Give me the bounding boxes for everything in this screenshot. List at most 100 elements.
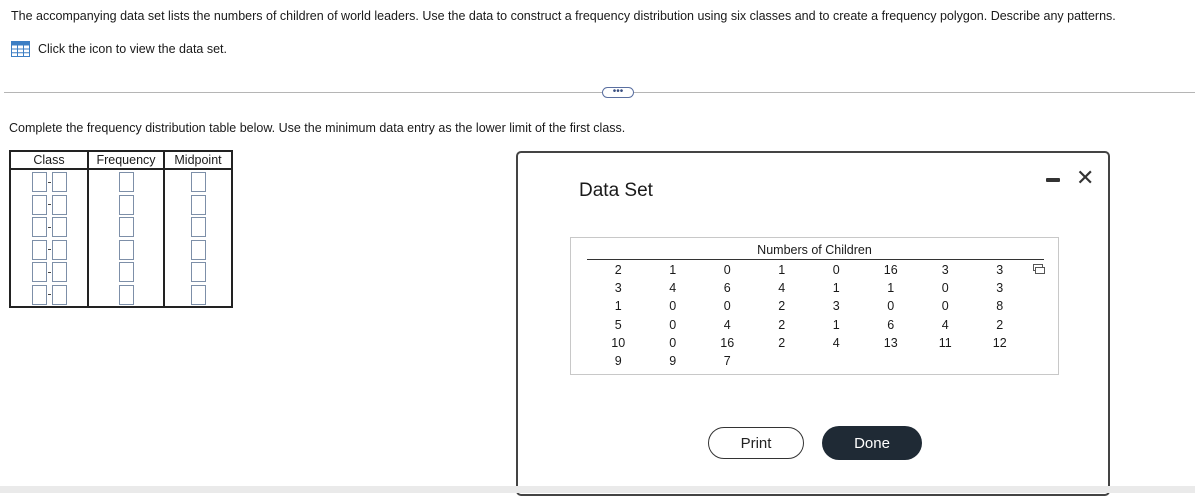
data-cell: 3: [614, 281, 622, 296]
frequency-input[interactable]: [118, 194, 134, 215]
data-cell: 1: [669, 263, 677, 278]
frequency-input[interactable]: [118, 239, 134, 260]
class-upper-limit-input[interactable]: [51, 172, 67, 193]
class-dash: [47, 226, 51, 228]
class-dash: [47, 249, 51, 251]
data-cell: 4: [723, 317, 731, 332]
class-header: Class: [9, 150, 89, 170]
minimize-icon[interactable]: [1046, 178, 1060, 182]
data-cell: 0: [723, 299, 731, 314]
dialog-title: Data Set: [579, 180, 653, 201]
frequency-header: Frequency: [87, 150, 165, 170]
data-cell: 16: [883, 263, 898, 278]
done-button[interactable]: Done: [822, 426, 922, 460]
class-lower-limit-input[interactable]: [31, 217, 47, 238]
class-dash: [47, 271, 51, 273]
frequency-input[interactable]: [118, 217, 134, 238]
copy-to-clipboard-icon[interactable]: [1033, 264, 1045, 274]
frequency-input-row: [118, 194, 134, 217]
data-cell: 4: [832, 335, 840, 350]
data-cell: 9: [614, 354, 622, 369]
print-button[interactable]: Print: [708, 427, 804, 459]
frequency-table: Class Frequency Midpoint: [9, 150, 233, 308]
class-lower-limit-input[interactable]: [31, 262, 47, 283]
midpoint-input[interactable]: [190, 194, 206, 215]
data-cell: 0: [941, 299, 949, 314]
data-cell: 1: [832, 317, 840, 332]
data-grid: 2 1 0 1 0 16 3 3 3 4 6 4 1 1 0 3 1 0 0 2 3 0 0 8 5 0 4 2 1 6 4 2 10 0 16 2 4…: [591, 261, 1027, 370]
class-upper-limit-input[interactable]: [51, 194, 67, 215]
data-cell: 3: [941, 263, 949, 278]
data-cell: 6: [887, 317, 895, 332]
midpoint-input-row: [190, 239, 206, 262]
data-cell: 4: [669, 281, 677, 296]
data-cell: 1: [614, 299, 622, 314]
frequency-input[interactable]: [118, 262, 134, 283]
bottom-bar: [0, 486, 1195, 493]
midpoint-input-row: [190, 261, 206, 284]
frequency-input-row: [118, 239, 134, 262]
data-cell: 5: [614, 317, 622, 332]
data-cell: 0: [832, 263, 840, 278]
header-rule: [587, 259, 1044, 260]
midpoint-input-row: [190, 284, 206, 307]
class-lower-limit-input[interactable]: [31, 284, 47, 305]
midpoint-input[interactable]: [190, 172, 206, 193]
data-cell: 4: [941, 317, 949, 332]
data-cell: 0: [669, 335, 677, 350]
data-cell: 0: [887, 299, 895, 314]
data-set-table: Numbers of Children 2 1 0 1 0 16 3 3 3 4 6 4 1 1 0 3 1 0 0…: [570, 237, 1059, 375]
class-column: [9, 168, 89, 308]
class-row: [31, 261, 67, 284]
table-grid-icon[interactable]: [11, 41, 30, 57]
data-cell: 1: [832, 281, 840, 296]
class-row: [31, 194, 67, 217]
data-cell: 8: [996, 299, 1004, 314]
class-row: [31, 284, 67, 307]
data-cell: 2: [778, 335, 786, 350]
data-row: 3 4 6 4 1 1 0 3: [591, 279, 1027, 297]
data-cell: 3: [996, 281, 1004, 296]
class-dash: [47, 181, 51, 183]
class-upper-limit-input[interactable]: [51, 262, 67, 283]
frequency-input[interactable]: [118, 172, 134, 193]
midpoint-input-row: [190, 171, 206, 194]
view-dataset-link[interactable]: Click the icon to view the data set.: [11, 41, 227, 57]
data-cell: 0: [941, 281, 949, 296]
frequency-column: [87, 168, 165, 308]
class-lower-limit-input[interactable]: [31, 172, 47, 193]
frequency-input[interactable]: [118, 284, 134, 305]
data-row: 9 9 7: [591, 352, 1027, 370]
class-row: [31, 216, 67, 239]
midpoint-input[interactable]: [190, 217, 206, 238]
frequency-input-row: [118, 171, 134, 194]
data-cell: 3: [832, 299, 840, 314]
midpoint-header: Midpoint: [163, 150, 233, 170]
dataset-link-text[interactable]: Click the icon to view the data set.: [38, 42, 227, 56]
class-upper-limit-input[interactable]: [51, 284, 67, 305]
data-cell: 13: [883, 335, 898, 350]
class-upper-limit-input[interactable]: [51, 239, 67, 260]
data-row: 10 0 16 2 4 13 11 12: [591, 334, 1027, 352]
data-cell: 10: [611, 335, 626, 350]
data-cell: 12: [992, 335, 1007, 350]
midpoint-input[interactable]: [190, 239, 206, 260]
data-set-dialog: Data Set ✕ Numbers of Children 2 1 0 1 0 16 3 3…: [516, 151, 1110, 496]
divider: [4, 92, 1195, 93]
instruction-text: Complete the frequency distribution tabl…: [9, 121, 626, 135]
class-row: [31, 239, 67, 262]
class-upper-limit-input[interactable]: [51, 217, 67, 238]
frequency-input-row: [118, 284, 134, 307]
close-icon[interactable]: ✕: [1076, 167, 1094, 189]
midpoint-input-row: [190, 216, 206, 239]
class-dash: [47, 294, 51, 296]
class-lower-limit-input[interactable]: [31, 239, 47, 260]
midpoint-input[interactable]: [190, 262, 206, 283]
class-row: [31, 171, 67, 194]
midpoint-input[interactable]: [190, 284, 206, 305]
data-cell: 2: [778, 299, 786, 314]
frequency-input-row: [118, 261, 134, 284]
data-cell: 0: [669, 299, 677, 314]
expand-more-button[interactable]: •••: [602, 87, 634, 98]
class-lower-limit-input[interactable]: [31, 194, 47, 215]
